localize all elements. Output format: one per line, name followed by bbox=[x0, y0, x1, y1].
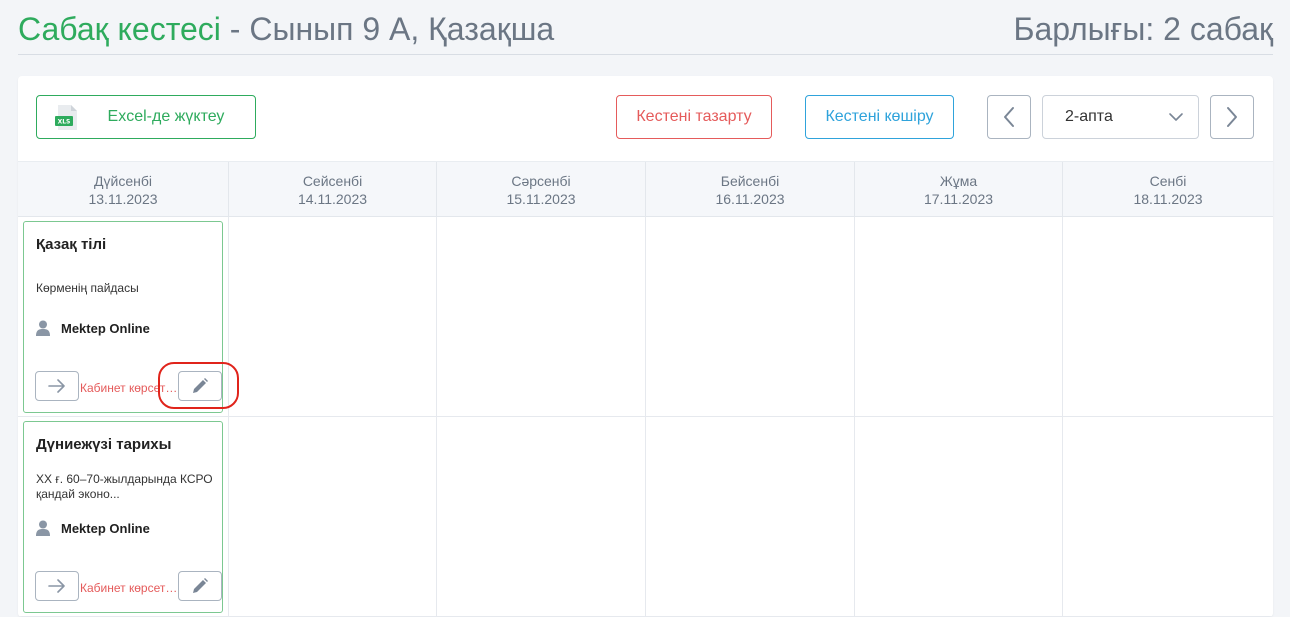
day-header: Сейсенбі 14.11.2023 bbox=[229, 162, 437, 217]
schedule-cell[interactable] bbox=[229, 217, 437, 417]
page-title: Сабақ кестесі - Сынып 9 А, Қазақша bbox=[18, 10, 554, 48]
copy-schedule-button[interactable]: Кестені көшіру bbox=[805, 95, 954, 139]
lesson-card[interactable]: Дүниежүзі тарихы XX ғ. 60–70-жылдарында … bbox=[23, 421, 223, 613]
schedule-row: Қазақ тілі Көрменің пайдасы Mektep Onlin… bbox=[18, 217, 1273, 417]
lesson-room: Кабинет көрсетілмеген bbox=[80, 381, 180, 395]
xls-file-icon: XLS bbox=[55, 105, 77, 130]
schedule-cell[interactable] bbox=[646, 417, 855, 617]
edit-lesson-button[interactable] bbox=[178, 571, 222, 601]
day-name: Жұма bbox=[939, 173, 978, 189]
open-lesson-button[interactable] bbox=[35, 571, 79, 601]
user-icon bbox=[36, 320, 50, 336]
day-date: 13.11.2023 bbox=[88, 191, 158, 207]
schedule-cell[interactable] bbox=[855, 217, 1063, 417]
user-icon bbox=[36, 520, 50, 536]
day-header: Дүйсенбі 13.11.2023 bbox=[18, 162, 229, 217]
day-date: 15.11.2023 bbox=[506, 191, 576, 207]
day-date: 14.11.2023 bbox=[297, 191, 368, 207]
arrow-right-icon bbox=[48, 379, 65, 393]
open-lesson-button[interactable] bbox=[35, 371, 79, 401]
schedule-cell[interactable] bbox=[646, 217, 855, 417]
lesson-subject: Дүниежүзі тарихы bbox=[36, 436, 172, 453]
schedule-cell[interactable] bbox=[855, 417, 1063, 617]
day-date: 16.11.2023 bbox=[715, 191, 785, 207]
day-name: Сәрсенбі bbox=[511, 173, 571, 189]
next-week-button[interactable] bbox=[1210, 95, 1254, 139]
day-header: Бейсенбі 16.11.2023 bbox=[646, 162, 855, 217]
pencil-icon bbox=[193, 378, 208, 393]
schedule-cell[interactable] bbox=[1063, 217, 1273, 417]
edit-lesson-button[interactable] bbox=[178, 371, 222, 401]
day-date: 17.11.2023 bbox=[923, 191, 994, 207]
day-name: Бейсенбі bbox=[720, 173, 780, 189]
day-date: 18.11.2023 bbox=[1133, 191, 1203, 207]
day-header: Сенбі 18.11.2023 bbox=[1063, 162, 1273, 217]
chevron-right-icon bbox=[1227, 107, 1237, 127]
lesson-subject: Қазақ тілі bbox=[36, 236, 107, 253]
week-select-value: 2-апта bbox=[1065, 108, 1113, 125]
schedule-card: XLS Excel-де жүктеу Кестені тазарту Кест… bbox=[18, 76, 1273, 617]
day-name: Сенбі bbox=[1149, 173, 1187, 189]
day-header: Жұма 17.11.2023 bbox=[855, 162, 1063, 217]
week-select[interactable]: 2-апта bbox=[1042, 95, 1199, 139]
day-header-row: Дүйсенбі 13.11.2023 Сейсенбі 14.11.2023 Сә… bbox=[18, 161, 1273, 217]
day-name: Сейсенбі bbox=[302, 173, 363, 189]
schedule-cell[interactable] bbox=[229, 417, 437, 617]
schedule-cell[interactable] bbox=[437, 417, 646, 617]
page-title-main: Сабақ кестесі bbox=[18, 11, 221, 47]
prev-week-button[interactable] bbox=[987, 95, 1031, 139]
lesson-card[interactable]: Қазақ тілі Көрменің пайдасы Mektep Onlin… bbox=[23, 221, 223, 413]
lesson-teacher: Mektep Online bbox=[61, 521, 150, 536]
lesson-topic: Көрменің пайдасы bbox=[36, 281, 139, 295]
schedule-cell[interactable]: Дүниежүзі тарихы XX ғ. 60–70-жылдарында … bbox=[18, 417, 229, 617]
arrow-right-icon bbox=[48, 579, 65, 593]
copy-schedule-label: Кестені көшіру bbox=[825, 108, 934, 125]
pencil-icon bbox=[193, 578, 208, 593]
lesson-teacher: Mektep Online bbox=[61, 321, 150, 336]
schedule-cell[interactable] bbox=[437, 217, 646, 417]
chevron-left-icon bbox=[1004, 107, 1014, 127]
excel-download-label: Excel-де жүктеу bbox=[107, 108, 225, 125]
clear-schedule-button[interactable]: Кестені тазарту bbox=[616, 95, 772, 139]
schedule-cell[interactable] bbox=[1063, 417, 1273, 617]
clear-schedule-label: Кестені тазарту bbox=[636, 108, 752, 125]
page-title-class: - Сынып 9 А, Қазақша bbox=[220, 11, 555, 47]
day-header: Сәрсенбі 15.11.2023 bbox=[437, 162, 646, 217]
lesson-room: Кабинет көрсетілмеген bbox=[80, 581, 180, 595]
total-lessons: Барлығы: 2 сабақ bbox=[1013, 11, 1274, 47]
svg-text:XLS: XLS bbox=[58, 119, 71, 126]
excel-download-button[interactable]: XLS Excel-де жүктеу bbox=[36, 95, 256, 139]
chevron-down-icon bbox=[1169, 113, 1183, 121]
page-header: Сабақ кестесі - Сынып 9 А, Қазақша Барлы… bbox=[18, 10, 1273, 55]
lesson-topic: XX ғ. 60–70-жылдарында КСРО қандай эконо… bbox=[36, 472, 213, 501]
schedule-row: Дүниежүзі тарихы XX ғ. 60–70-жылдарында … bbox=[18, 417, 1273, 617]
schedule-cell[interactable]: Қазақ тілі Көрменің пайдасы Mektep Onlin… bbox=[18, 217, 229, 417]
day-name: Дүйсенбі bbox=[94, 173, 152, 189]
